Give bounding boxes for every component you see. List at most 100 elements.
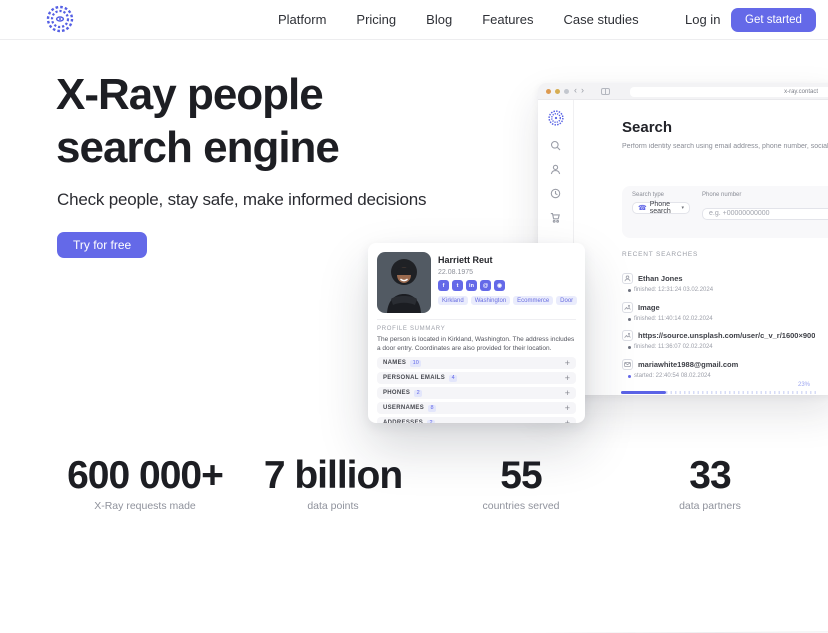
phone-number-field: Phone number [702, 192, 828, 220]
profile-birth-date: 22.08.1975 [438, 269, 473, 276]
window-minimize-icon [555, 89, 560, 94]
brand-logo-icon[interactable] [46, 5, 74, 33]
status-dot [628, 318, 631, 321]
recent-search-status: finished: 12:31:24 03.02.2024 [628, 287, 828, 293]
window-close-icon [546, 89, 551, 94]
recent-search-item[interactable]: Ethan Jones finished: 12:31:24 03.02.202… [622, 273, 828, 293]
login-link[interactable]: Log in [685, 0, 720, 39]
phone-number-label: Phone number [702, 192, 828, 198]
get-started-button[interactable]: Get started [731, 8, 816, 32]
window-traffic-lights [546, 89, 569, 94]
stat-value: 55 [482, 453, 559, 498]
profile-sections: NAMES 10 + PERSONAL EMAILS 4 + PHONES 2 … [377, 357, 576, 423]
window-zoom-icon [564, 89, 569, 94]
section-row-personal-emails[interactable]: PERSONAL EMAILS 4 + [377, 372, 576, 384]
main-nav: Platform Pricing Blog Features Case stud… [278, 0, 639, 39]
recent-searches-heading: RECENT SEARCHES [622, 251, 698, 258]
page-title-line-1: X-Ray people [56, 70, 323, 119]
profile-tag[interactable]: Door [556, 296, 577, 305]
recent-search-title: mariawhite1988@gmail.com [638, 360, 738, 369]
stat-label: data partners [679, 500, 741, 512]
search-page-description: Perform identity search using email addr… [622, 143, 828, 150]
section-row-phones[interactable]: PHONES 2 + [377, 387, 576, 399]
page-title-line-2: search engine [56, 123, 339, 172]
section-row-usernames[interactable]: USERNAMES 8 + [377, 402, 576, 414]
search-icon[interactable] [550, 140, 561, 151]
stat-label: X-Ray requests made [67, 500, 223, 512]
count-badge: 10 [410, 360, 421, 367]
browser-url-bar[interactable]: x-ray.contact [630, 87, 828, 97]
expand-plus-icon[interactable]: + [565, 374, 570, 383]
profile-tag[interactable]: Kirkland [438, 296, 468, 305]
recent-search-item[interactable]: Image finished: 11:40:14 02.02.2024 [622, 302, 828, 322]
nav-item-platform[interactable]: Platform [278, 12, 326, 27]
page-title: X-Ray people search engine [56, 68, 339, 174]
cart-icon[interactable] [550, 212, 561, 223]
sidebar-toggle-icon[interactable] [601, 88, 610, 95]
site-header: Platform Pricing Blog Features Case stud… [0, 0, 828, 40]
expand-plus-icon[interactable]: + [565, 359, 570, 368]
stat-partners: 33 data partners [679, 453, 741, 512]
section-row-addresses[interactable]: ADDRESSES 2 + [377, 417, 576, 423]
recent-search-item[interactable]: https://source.unsplash.com/user/c_v_r/1… [622, 330, 828, 350]
nav-item-pricing[interactable]: Pricing [356, 12, 396, 27]
facebook-icon[interactable]: f [438, 280, 449, 291]
phone-icon: ☎ [638, 204, 647, 212]
profile-tags: Kirkland Washington Ecommerce Door [438, 296, 577, 305]
profile-photo [377, 252, 431, 313]
divider [377, 319, 576, 320]
nav-item-blog[interactable]: Blog [426, 12, 452, 27]
search-form-panel: Search type ☎ Phone search ▾ Phone numbe… [622, 186, 828, 238]
recent-search-item[interactable]: mariawhite1988@gmail.com started: 22:40:… [622, 359, 828, 379]
nav-item-features[interactable]: Features [482, 12, 533, 27]
app-logo-icon[interactable] [548, 110, 564, 126]
recent-search-status: finished: 11:36:07 02.02.2024 [628, 344, 828, 350]
status-dot [628, 375, 631, 378]
stat-countries: 55 countries served [482, 453, 559, 512]
profile-tag[interactable]: Washington [471, 296, 510, 305]
nav-item-case-studies[interactable]: Case studies [564, 12, 639, 27]
twitter-icon[interactable]: t [452, 280, 463, 291]
user-icon[interactable] [550, 164, 561, 175]
section-row-names[interactable]: NAMES 10 + [377, 357, 576, 369]
stat-value: 600 000+ [67, 453, 223, 498]
history-icon[interactable] [550, 188, 561, 199]
stat-label: countries served [482, 500, 559, 512]
profile-summary-text: The person is located in Kirkland, Washi… [377, 336, 576, 353]
back-icon[interactable]: ‹ [574, 85, 581, 95]
expand-plus-icon[interactable]: + [565, 404, 570, 413]
profile-name: Harriett Reut [438, 255, 493, 265]
status-dot [628, 289, 631, 292]
instagram-icon[interactable]: ◉ [494, 280, 505, 291]
search-type-select[interactable]: ☎ Phone search ▾ [632, 202, 690, 214]
search-type-label: Search type [632, 192, 690, 198]
search-progress-fill [621, 391, 666, 394]
try-for-free-button[interactable]: Try for free [57, 232, 147, 258]
recent-search-title: https://source.unsplash.com/user/c_v_r/1… [638, 331, 815, 340]
search-page-heading: Search [622, 119, 672, 136]
hero-subtitle: Check people, stay safe, make informed d… [57, 190, 426, 210]
forward-icon[interactable]: › [581, 85, 588, 95]
profile-result-card: Harriett Reut 22.08.1975 f t in @ ◉ Kirk… [368, 243, 585, 423]
mail-icon[interactable]: @ [480, 280, 491, 291]
phone-number-input[interactable] [702, 208, 828, 220]
image-icon [622, 330, 633, 341]
linkedin-icon[interactable]: in [466, 280, 477, 291]
stat-value: 33 [679, 453, 741, 498]
browser-nav-arrows[interactable]: ‹› [574, 85, 588, 95]
expand-plus-icon[interactable]: + [565, 419, 570, 424]
mail-icon [622, 359, 633, 370]
count-badge: 8 [428, 405, 436, 412]
stat-requests: 600 000+ X-Ray requests made [67, 453, 223, 512]
image-icon [622, 302, 633, 313]
recent-search-status: started: 22:40:54 08.02.2024 [628, 373, 828, 379]
stat-value: 7 billion [264, 453, 402, 498]
profile-tag[interactable]: Ecommerce [513, 296, 553, 305]
search-type-field: Search type ☎ Phone search ▾ [632, 192, 690, 220]
search-progress-label: 23% [798, 382, 810, 388]
landing-page: Platform Pricing Blog Features Case stud… [0, 0, 828, 633]
browser-chrome-bar: ‹› x-ray.contact [538, 83, 828, 100]
expand-plus-icon[interactable]: + [565, 389, 570, 398]
search-progress-bar: 23% [621, 391, 818, 394]
stat-label: data points [264, 500, 402, 512]
